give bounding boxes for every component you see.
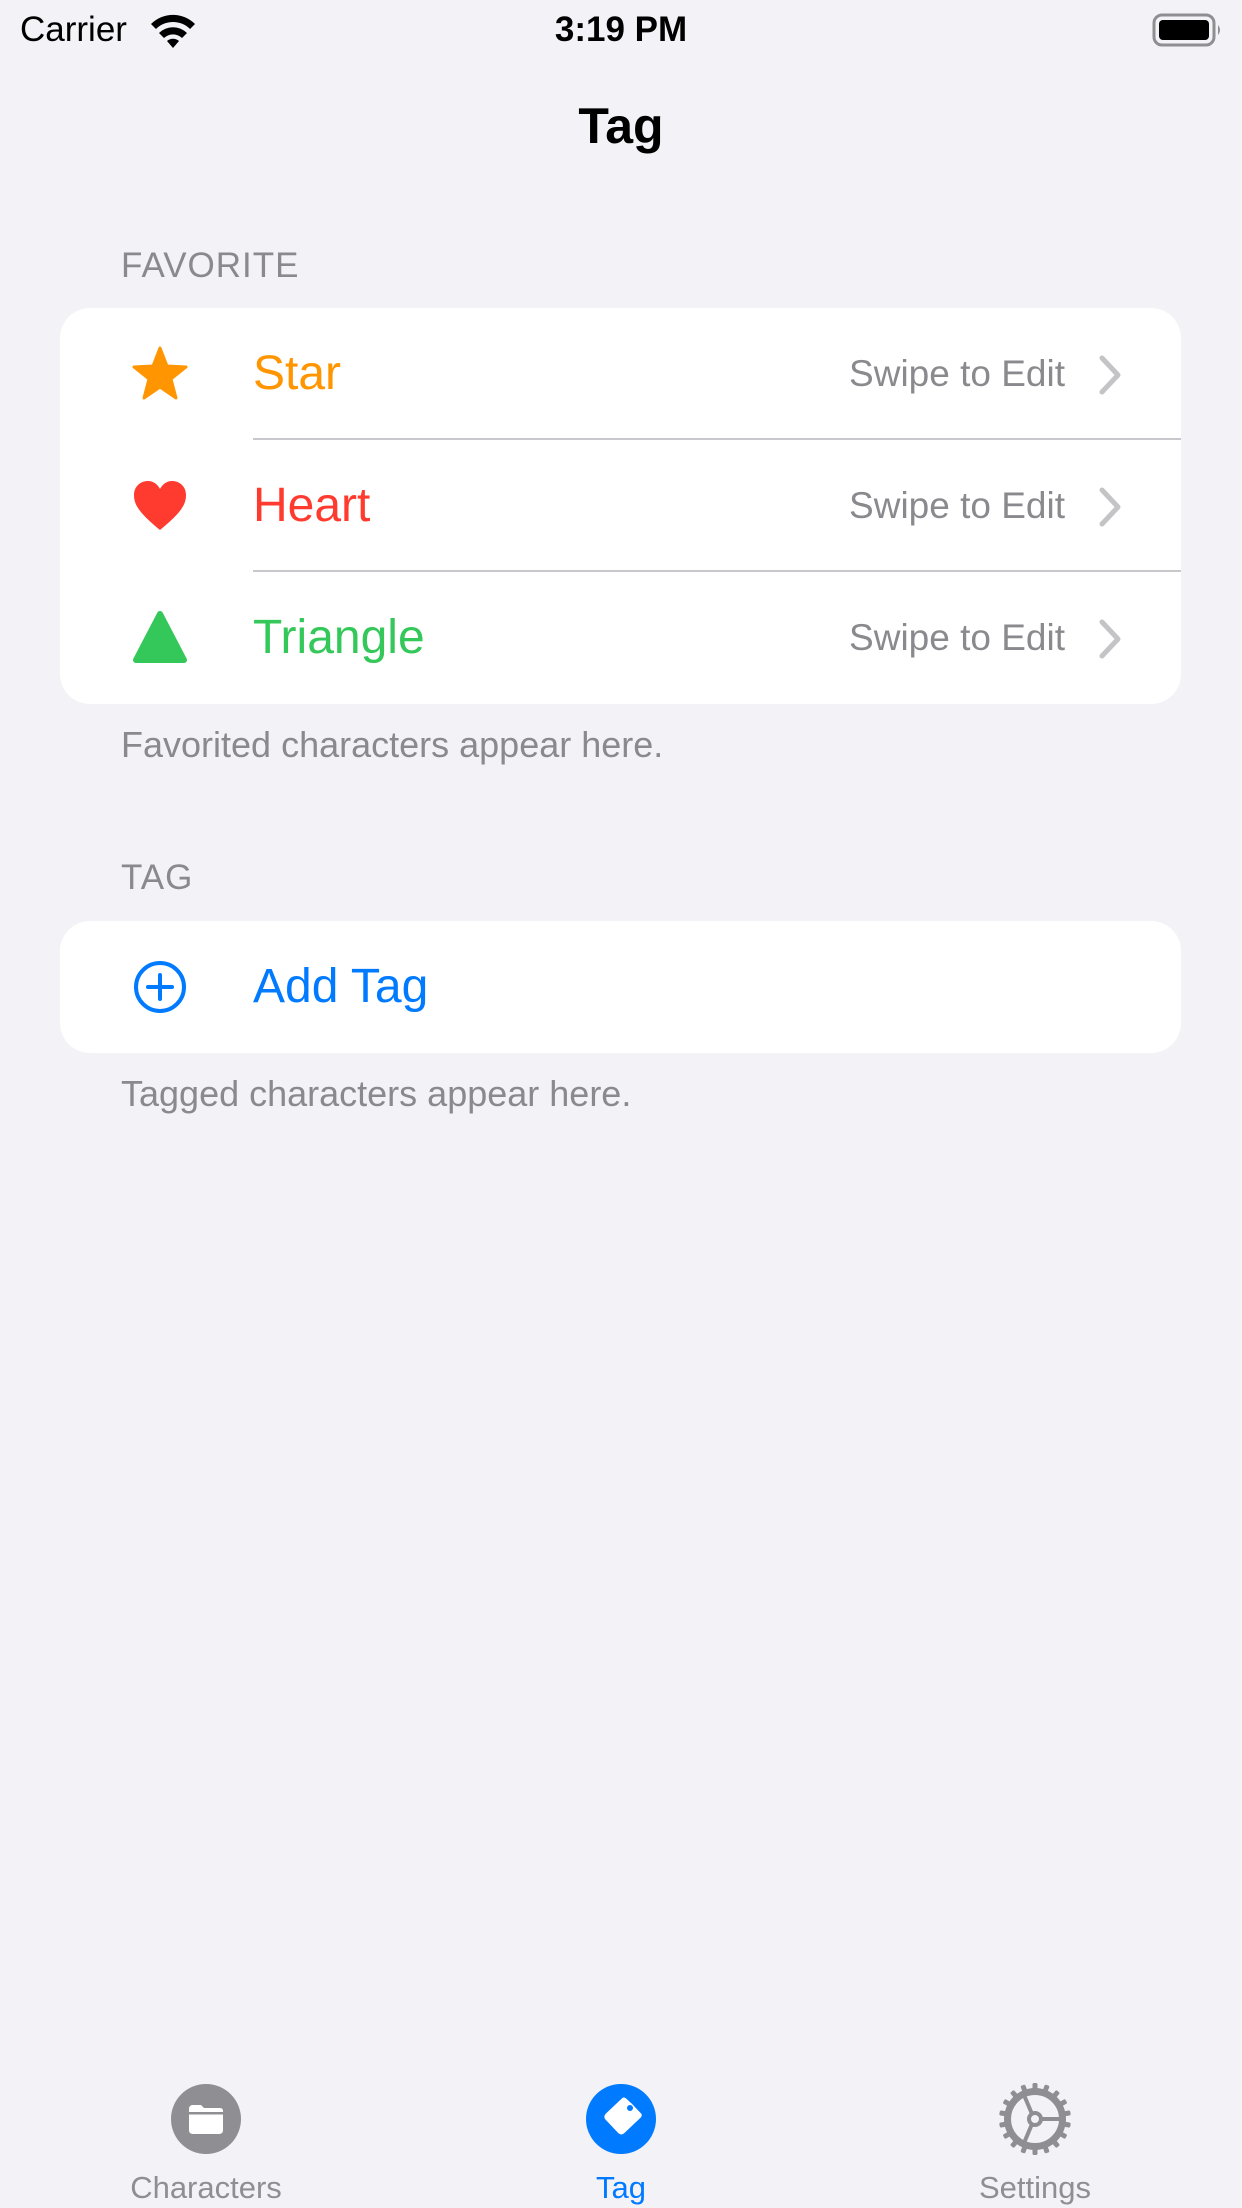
favorite-row-triangle[interactable]: Triangle Swipe to Edit [60,572,1181,704]
tab-tag[interactable]: Tag [471,2060,771,2208]
chevron-right-icon [1099,355,1121,395]
tag-list: Add Tag [60,921,1181,1053]
heart-icon [130,476,190,536]
tab-label: Characters [130,2170,282,2205]
row-detail: Swipe to Edit [849,353,1065,394]
favorite-section-footer: Favorited characters appear here. [121,724,664,765]
tab-label: Tag [596,2170,646,2205]
row-title: Heart [253,479,371,532]
tag-section-footer: Tagged characters appear here. [121,1073,632,1114]
tag-circle-icon [586,2084,656,2154]
battery-full-icon [1152,13,1220,47]
add-tag-button[interactable]: Add Tag [60,921,1181,1053]
row-title: Triangle [253,611,425,664]
gear-icon [999,2083,1071,2155]
page-title: Tag [578,98,664,154]
tag-section-header: TAG [121,858,194,897]
gear-tooth [1032,2147,1038,2155]
status-time: 3:19 PM [554,10,688,49]
tab-settings[interactable]: Settings [885,2060,1185,2208]
favorite-row-star[interactable]: Star Swipe to Edit [60,308,1181,440]
favorite-list: Star Swipe to Edit Heart Swipe to Edit T… [60,308,1181,704]
favorite-row-heart[interactable]: Heart Swipe to Edit [60,440,1181,572]
row-detail: Swipe to Edit [849,485,1065,526]
tab-label: Settings [978,2170,1091,2205]
row-title: Star [253,347,342,400]
folder-circle-icon [171,2084,241,2154]
gear-tooth [1032,2083,1038,2091]
triangle-icon [130,608,190,668]
chevron-right-icon [1099,487,1121,527]
plus-circle-icon [130,957,190,1017]
star-icon [130,344,190,404]
add-tag-label: Add Tag [253,960,429,1013]
favorite-section-header: FAVORITE [121,246,300,285]
chevron-right-icon [1099,619,1121,659]
tab-characters[interactable]: Characters [56,2060,356,2208]
tab-bar: Characters Tag Settings [0,2060,1242,2208]
row-detail: Swipe to Edit [849,617,1065,658]
